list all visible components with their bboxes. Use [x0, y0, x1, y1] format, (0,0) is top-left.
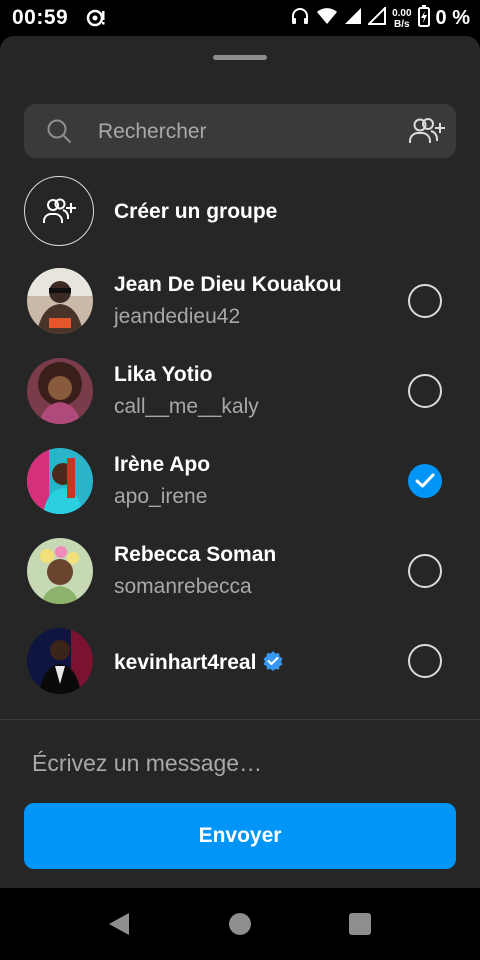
select-radio[interactable]	[408, 554, 442, 588]
add-people-icon[interactable]	[408, 116, 446, 151]
contact-name: Lika Yotio	[114, 363, 213, 386]
battery-icon	[417, 5, 430, 32]
contact-row[interactable]: Rebecca Soman somanrebecca	[0, 538, 480, 628]
avatar	[27, 268, 93, 334]
avatar	[27, 448, 93, 514]
send-button[interactable]: Envoyer	[24, 803, 456, 869]
search-bar[interactable]	[24, 104, 456, 160]
add-group-icon	[43, 198, 76, 223]
notification-icon	[86, 8, 108, 33]
network-speed-value: 0.00	[392, 7, 412, 19]
status-time: 00:59	[12, 6, 69, 29]
headphones-icon	[290, 6, 310, 31]
contact-username: apo_irene	[114, 485, 208, 508]
create-group-button[interactable]: Créer un groupe	[24, 176, 456, 248]
contact-row[interactable]: Jean De Dieu Kouakou jeandedieu42	[0, 268, 480, 358]
checkmark-icon	[415, 473, 435, 488]
contact-row[interactable]: kevinhart4real	[0, 628, 480, 718]
contact-name: Irène Apo	[114, 453, 211, 476]
network-speed-unit: B/s	[394, 18, 410, 30]
status-right: 0.00 B/s 0 %	[290, 5, 470, 32]
avatar	[27, 538, 93, 604]
contact-name-text: kevinhart4real	[114, 651, 257, 674]
contact-name: Jean De Dieu Kouakou	[114, 273, 342, 296]
divider	[0, 719, 480, 720]
contact-name: Rebecca Soman	[114, 543, 277, 566]
signal-icon	[344, 7, 362, 30]
create-group-label: Créer un groupe	[114, 200, 278, 223]
battery-percent: 0 %	[435, 7, 470, 29]
contact-row[interactable]: Irène Apo apo_irene	[0, 448, 480, 538]
contact-row[interactable]: Lika Yotio call__me__kaly	[0, 358, 480, 448]
sheet-drag-handle[interactable]	[213, 55, 267, 60]
contact-username: somanrebecca	[114, 575, 252, 598]
wifi-icon	[316, 7, 338, 30]
system-nav-bar	[0, 888, 480, 960]
select-radio[interactable]	[408, 644, 442, 678]
share-sheet: Créer un groupe Jean De Dieu Kouakou jea…	[0, 36, 480, 888]
avatar	[27, 628, 93, 694]
create-group-icon-circle	[24, 176, 94, 246]
contact-username: call__me__kaly	[114, 395, 259, 418]
search-input[interactable]	[96, 104, 400, 160]
signal-icon-2	[366, 5, 387, 30]
recents-icon[interactable]	[349, 913, 371, 935]
network-speed: 0.00 B/s	[392, 8, 411, 30]
avatar	[27, 358, 93, 424]
select-radio[interactable]	[408, 374, 442, 408]
verified-badge-icon	[262, 650, 284, 678]
home-icon[interactable]	[229, 913, 251, 935]
contact-username: jeandedieu42	[114, 305, 241, 328]
select-radio[interactable]	[408, 284, 442, 318]
select-radio-checked[interactable]	[408, 464, 442, 498]
contact-name: kevinhart4real	[114, 650, 284, 678]
back-icon[interactable]	[108, 912, 130, 941]
search-icon	[46, 118, 72, 149]
status-bar: 00:59 0.00 B/s 0 %	[0, 0, 480, 36]
message-input[interactable]	[30, 742, 454, 784]
